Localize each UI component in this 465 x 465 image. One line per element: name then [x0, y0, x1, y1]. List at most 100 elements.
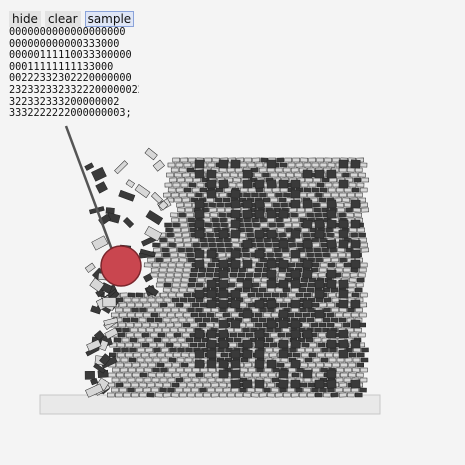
brick: [159, 377, 168, 383]
brick: [219, 192, 227, 198]
brick: [194, 317, 203, 323]
brick: [176, 357, 185, 363]
brick: [143, 377, 152, 383]
brick: [319, 262, 328, 268]
brick: [229, 272, 238, 278]
brick: [302, 232, 310, 238]
brick: [300, 352, 309, 358]
brick: [235, 282, 244, 288]
brick: [300, 157, 309, 163]
brick: [330, 392, 339, 398]
brick: [302, 312, 311, 318]
brick: [290, 279, 301, 289]
brick: [91, 166, 107, 182]
brick: [187, 282, 196, 288]
brick: [351, 387, 359, 393]
brick: [346, 392, 355, 398]
brick: [185, 207, 193, 213]
brick: [204, 222, 212, 228]
brick: [290, 189, 301, 199]
brick: [204, 157, 212, 163]
brick: [203, 382, 212, 388]
brick: [194, 329, 205, 339]
brick: [176, 242, 184, 248]
brick: [182, 197, 191, 203]
brick: [314, 219, 325, 229]
brick: [172, 277, 181, 283]
brick: [247, 387, 255, 393]
brick: [206, 232, 214, 238]
brick: [180, 362, 189, 368]
brick: [287, 237, 295, 243]
brick: [234, 327, 242, 333]
brick: [91, 235, 109, 251]
brick: [338, 349, 349, 359]
brick: [197, 342, 206, 348]
brick: [326, 339, 337, 349]
brick: [118, 322, 127, 328]
brick: [270, 197, 278, 203]
brick: [217, 347, 225, 353]
brick: [335, 262, 344, 268]
brick: [127, 292, 136, 298]
brick: [215, 187, 224, 193]
brick: [242, 252, 250, 258]
brick: [278, 197, 286, 203]
brick: [242, 317, 251, 323]
brick: [186, 252, 194, 258]
brick: [111, 377, 120, 383]
brick: [125, 342, 134, 348]
brick: [206, 197, 215, 203]
brick: [278, 232, 286, 238]
brick: [266, 167, 275, 173]
brick: [149, 332, 158, 338]
brick: [186, 167, 195, 173]
brick: [331, 192, 339, 198]
brick: [334, 312, 343, 318]
brick: [337, 207, 345, 213]
brick: [206, 322, 215, 328]
brick: [200, 242, 208, 248]
brick: [290, 167, 299, 173]
brick: [252, 157, 261, 163]
brick: [203, 372, 212, 378]
brick: [227, 307, 235, 313]
brick: [271, 292, 280, 298]
brick: [142, 312, 151, 318]
brick: [243, 192, 251, 198]
brick: [343, 262, 352, 268]
brick: [311, 387, 319, 393]
brick: [330, 317, 339, 323]
brick: [245, 227, 253, 233]
brick: [206, 339, 217, 349]
brick: [178, 287, 187, 293]
brick: [324, 182, 333, 188]
brick: [218, 299, 229, 309]
wrecking-ball[interactable]: [100, 245, 142, 287]
brick: [298, 287, 307, 293]
brick: [315, 192, 323, 198]
brick: [170, 212, 178, 218]
brick: [266, 359, 277, 369]
brick: [350, 232, 358, 238]
brick: [186, 287, 195, 293]
brick: [174, 197, 182, 203]
brick: [270, 312, 279, 318]
brick: [320, 357, 329, 363]
brick: [241, 247, 249, 253]
brick: [175, 262, 184, 268]
brick: [290, 299, 301, 309]
brick: [332, 362, 341, 368]
physics-scene[interactable]: [0, 0, 465, 465]
brick: [337, 247, 345, 253]
brick: [200, 367, 208, 373]
brick: [267, 382, 276, 388]
brick: [194, 289, 205, 299]
brick: [254, 199, 265, 209]
brick: [348, 352, 357, 358]
brick: [138, 392, 147, 398]
brick: [224, 202, 232, 208]
brick: [356, 352, 365, 358]
brick: [351, 187, 360, 193]
brick: [311, 187, 320, 193]
